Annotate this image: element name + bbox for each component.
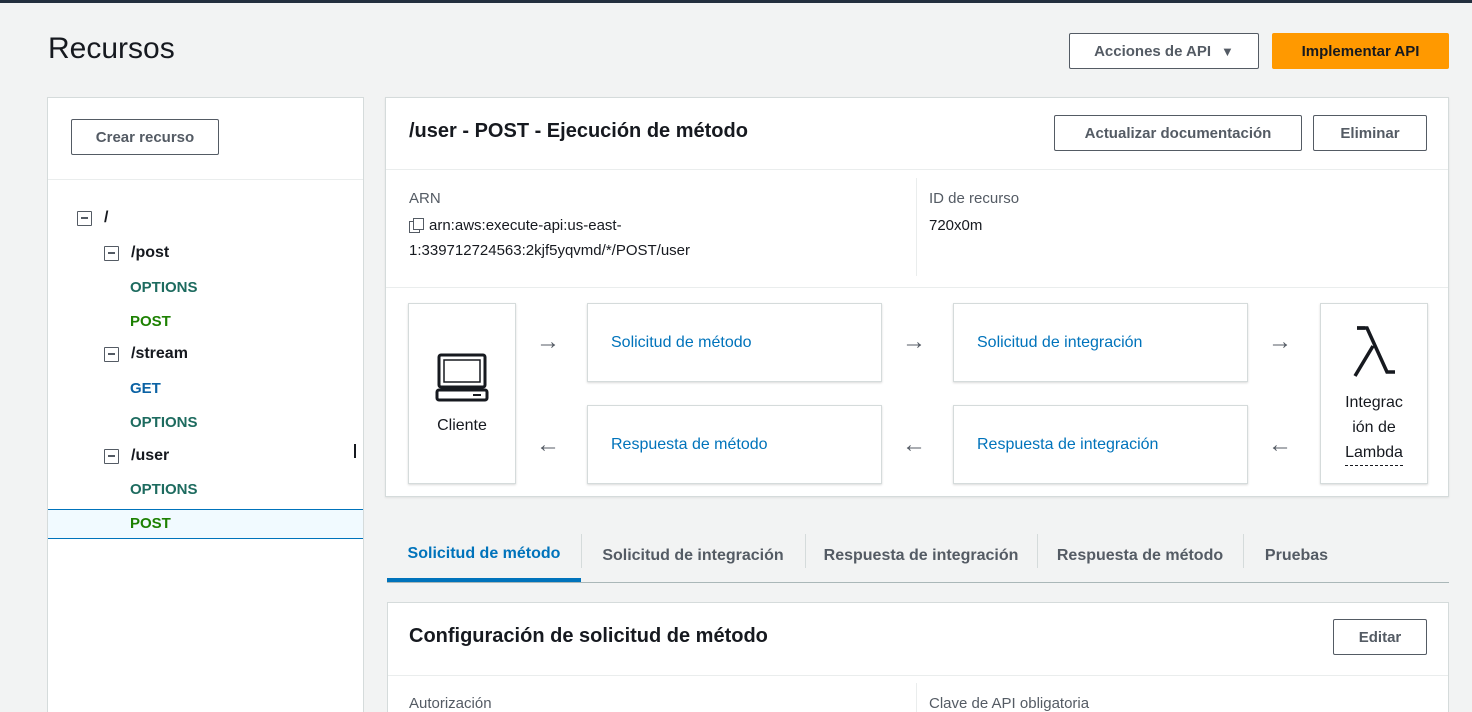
client-label: Cliente <box>437 416 487 434</box>
tabs: Solicitud de método Solicitud de integra… <box>387 530 1449 583</box>
tab-method-response[interactable]: Respuesta de método <box>1037 530 1243 582</box>
api-key-required-label: Clave de API obligatoria <box>929 695 1090 712</box>
collapse-icon[interactable] <box>104 346 119 362</box>
method-execution-panel: /user - POST - Ejecución de método Actua… <box>385 97 1449 497</box>
arn-line-2: 1:339712724563:2kjf5yqvmd/*/POST/user <box>409 242 691 259</box>
tree-item-label: /user <box>131 447 170 464</box>
tree-item-user[interactable]: /user <box>104 442 169 470</box>
collapse-icon[interactable] <box>77 210 92 226</box>
tab-tests[interactable]: Pruebas <box>1243 530 1350 582</box>
integration-request-box[interactable]: Solicitud de integración <box>953 303 1248 382</box>
method-request-box[interactable]: Solicitud de método <box>587 303 882 382</box>
lambda-label: Integrac ión de Lambda <box>1345 390 1403 466</box>
divider <box>916 178 917 276</box>
method-response-link[interactable]: Respuesta de método <box>588 436 768 454</box>
tree-item-label: / <box>104 209 109 226</box>
authorization-label: Autorización <box>409 695 492 712</box>
arn-line-1: arn:aws:execute-api:us-east- <box>429 217 622 234</box>
caret-down-icon: ▼ <box>1221 43 1234 59</box>
edit-button[interactable]: Editar <box>1333 619 1427 655</box>
deploy-api-button[interactable]: Implementar API <box>1272 33 1449 69</box>
sidebar-header: Crear recurso <box>48 98 363 180</box>
selected-row-highlight <box>48 509 363 539</box>
panel-header: /user - POST - Ejecución de método Actua… <box>386 98 1448 170</box>
arrow-right-icon: → <box>902 328 926 355</box>
api-actions-label: Acciones de API <box>1094 42 1212 60</box>
integration-response-box[interactable]: Respuesta de integración <box>953 405 1248 484</box>
tree-item-label: /stream <box>131 345 188 362</box>
lambda-label-line3[interactable]: Lambda <box>1345 440 1403 466</box>
create-resource-button[interactable]: Crear recurso <box>71 119 219 155</box>
resize-handle[interactable] <box>354 444 357 458</box>
config-title: Configuración de solicitud de método <box>409 625 768 647</box>
lambda-box: Integrac ión de Lambda <box>1320 303 1428 484</box>
arrow-left-icon: ← <box>536 431 560 458</box>
tree-item-post[interactable]: /post <box>104 239 169 267</box>
collapse-icon[interactable] <box>104 448 119 464</box>
arrow-right-icon: → <box>536 328 560 355</box>
arn-label: ARN <box>409 190 441 207</box>
tree-item-label: /post <box>131 244 170 261</box>
tree-item-root[interactable]: / <box>77 204 108 232</box>
lambda-label-line1: Integrac <box>1345 394 1403 411</box>
arrow-left-icon: ← <box>902 431 926 458</box>
divider <box>388 675 1448 676</box>
tree-method-post-selected[interactable]: POST <box>130 509 171 537</box>
arrow-right-icon: → <box>1268 328 1292 355</box>
method-request-config-panel: Configuración de solicitud de método Edi… <box>387 602 1449 712</box>
copy-icon[interactable] <box>409 218 424 233</box>
api-actions-dropdown[interactable]: Acciones de API ▼ <box>1069 33 1259 69</box>
lambda-icon <box>1353 326 1395 377</box>
top-bar <box>0 0 1472 3</box>
client-box: Cliente <box>408 303 516 484</box>
tree-method-get[interactable]: GET <box>130 374 161 402</box>
resource-id-label: ID de recurso <box>929 190 1020 207</box>
page-title: Recursos <box>48 32 175 65</box>
method-response-box[interactable]: Respuesta de método <box>587 405 882 484</box>
tree-method-post[interactable]: POST <box>130 307 171 335</box>
info-section: ARN arn:aws:execute-api:us-east- 1:33971… <box>386 170 1448 288</box>
tab-method-request[interactable]: Solicitud de método <box>387 530 581 582</box>
tab-integration-response[interactable]: Respuesta de integración <box>805 530 1037 582</box>
tree-method-options[interactable]: OPTIONS <box>130 408 198 436</box>
delete-button[interactable]: Eliminar <box>1313 115 1427 151</box>
divider <box>916 683 917 712</box>
tree-method-options[interactable]: OPTIONS <box>130 273 198 301</box>
arn-value: arn:aws:execute-api:us-east- 1:339712724… <box>409 213 690 263</box>
integration-request-link[interactable]: Solicitud de integración <box>954 334 1142 352</box>
panel-title: /user - POST - Ejecución de método <box>409 120 748 142</box>
collapse-icon[interactable] <box>104 245 119 261</box>
integration-response-link[interactable]: Respuesta de integración <box>954 436 1158 454</box>
update-documentation-button[interactable]: Actualizar documentación <box>1054 115 1302 151</box>
tab-integration-request[interactable]: Solicitud de integración <box>581 530 805 582</box>
resource-id-value: 720x0m <box>929 217 983 234</box>
laptop-icon <box>435 353 489 401</box>
arrow-left-icon: ← <box>1268 431 1292 458</box>
tree-method-options[interactable]: OPTIONS <box>130 475 198 503</box>
lambda-label-line2: ión de <box>1352 419 1396 436</box>
method-request-link[interactable]: Solicitud de método <box>588 334 752 352</box>
tree-item-stream[interactable]: /stream <box>104 340 188 368</box>
resource-sidebar: Crear recurso / /post OPTIONS POST /stre… <box>47 97 364 712</box>
